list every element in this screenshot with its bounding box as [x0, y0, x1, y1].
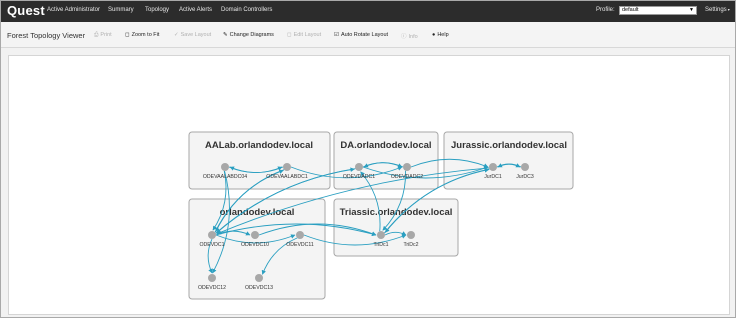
help-button[interactable]: ● Help: [432, 32, 449, 38]
dc-node-circle[interactable]: [407, 231, 415, 239]
profile-label: Profile:: [596, 7, 615, 13]
domain-title: AALab.orlandodev.local: [205, 140, 313, 151]
dc-node-label: ODEVDC11: [286, 242, 314, 248]
dc-node-label: ODEVDC12: [198, 285, 226, 291]
dc-node-label: ODEVDADC2: [391, 174, 423, 180]
print-icon: ⎙: [94, 32, 99, 38]
caret-down-icon: ▾: [726, 7, 730, 12]
edit-layout-button[interactable]: ◻ Edit Layout: [287, 32, 321, 38]
settings-label: Settings: [705, 7, 727, 13]
dc-node-circle[interactable]: [255, 274, 263, 282]
dc-node-label: TriDc2: [403, 242, 418, 248]
dc-node-circle[interactable]: [208, 274, 216, 282]
dc-node-label: JurDC3: [516, 174, 534, 180]
settings-menu[interactable]: Settings ▾: [705, 7, 730, 13]
dc-node-circle[interactable]: [377, 231, 385, 239]
dc-node-label: ODEVAALABDC04: [203, 174, 247, 180]
topology-diagram[interactable]: AALab.orlandodev.local DA.orlandodev.loc…: [9, 56, 729, 314]
nav-domain-controllers[interactable]: Domain Controllers: [221, 7, 272, 13]
domain-title: Jurassic.orlandodev.local: [451, 140, 567, 151]
dc-node-label: ODEVDC1: [199, 242, 224, 248]
checkbox-checked-icon: ☑: [334, 32, 339, 38]
dc-node-circle[interactable]: [489, 163, 497, 171]
domain-da[interactable]: DA.orlandodev.local: [333, 131, 439, 190]
edit-icon: ◻: [287, 32, 292, 38]
info-icon: ⓘ: [401, 34, 407, 40]
help-label: Help: [437, 32, 449, 38]
change-diagrams-label: Change Diagrams: [229, 32, 274, 38]
info-label: Info: [408, 34, 418, 40]
dc-node-circle[interactable]: [403, 163, 411, 171]
dc-node-circle[interactable]: [221, 163, 229, 171]
dc-node-label: ODEVDC10: [241, 242, 269, 248]
dc-node-label: ODEVDC13: [245, 285, 273, 291]
dc-node-label: ODEVDADC1: [343, 174, 375, 180]
dc-node-circle[interactable]: [521, 163, 529, 171]
dc-node-circle[interactable]: [296, 231, 304, 239]
dc-node-circle[interactable]: [251, 231, 259, 239]
save-icon: ✓: [174, 32, 179, 38]
nav-active-administrator[interactable]: Active Administrator: [47, 7, 100, 13]
quest-logo: Quest: [7, 3, 45, 18]
topology-canvas[interactable]: AALab.orlandodev.local DA.orlandodev.loc…: [8, 55, 730, 315]
nav-topology[interactable]: Topology: [145, 7, 169, 13]
dc-node-label: ODEVAALABDC1: [266, 174, 308, 180]
page-title: Forest Topology Viewer: [7, 31, 86, 40]
nav-summary[interactable]: Summary: [108, 7, 134, 13]
domain-title: orlandodev.local: [220, 207, 295, 218]
dc-node-circle[interactable]: [208, 231, 216, 239]
edit-layout-label: Edit Layout: [293, 32, 322, 38]
dc-node-label: TriDc1: [373, 242, 388, 248]
print-label: Print: [100, 32, 112, 38]
change-diagrams-button[interactable]: ✎ Change Diagrams: [223, 32, 274, 38]
nav-active-alerts[interactable]: Active Alerts: [179, 7, 212, 13]
toolbar: Forest Topology Viewer ⎙ Print ◻ Zoom to F…: [1, 22, 735, 48]
profile-selected-value: default: [622, 7, 639, 13]
chevron-down-icon: ▼: [689, 7, 694, 13]
zoom-fit-icon: ◻: [125, 32, 130, 38]
zoom-to-fit-label: Zoom to Fit: [131, 32, 160, 38]
info-button[interactable]: ⓘ Info: [401, 32, 418, 40]
dc-node-circle[interactable]: [355, 163, 363, 171]
top-navigation-bar: Quest Active Administrator Summary Topol…: [1, 1, 735, 22]
domain-orlandodev[interactable]: orlandodev.local: [188, 198, 326, 300]
zoom-to-fit-button[interactable]: ◻ Zoom to Fit: [125, 32, 159, 38]
dc-node-circle[interactable]: [283, 163, 291, 171]
print-button[interactable]: ⎙ Print: [94, 32, 112, 39]
save-layout-label: Save Layout: [180, 32, 212, 38]
save-layout-button[interactable]: ✓ Save Layout: [174, 32, 211, 38]
dc-node-label: JurDC1: [484, 174, 502, 180]
help-icon: ●: [432, 32, 436, 38]
auto-rotate-layout-label: Auto Rotate Layout: [340, 32, 389, 38]
profile-select[interactable]: default ▼: [619, 6, 697, 15]
auto-rotate-layout-toggle[interactable]: ☑ Auto Rotate Layout: [334, 32, 388, 38]
app-window: Quest Active Administrator Summary Topol…: [0, 0, 736, 318]
pencil-icon: ✎: [223, 32, 228, 38]
domain-title: DA.orlandodev.local: [340, 140, 431, 151]
